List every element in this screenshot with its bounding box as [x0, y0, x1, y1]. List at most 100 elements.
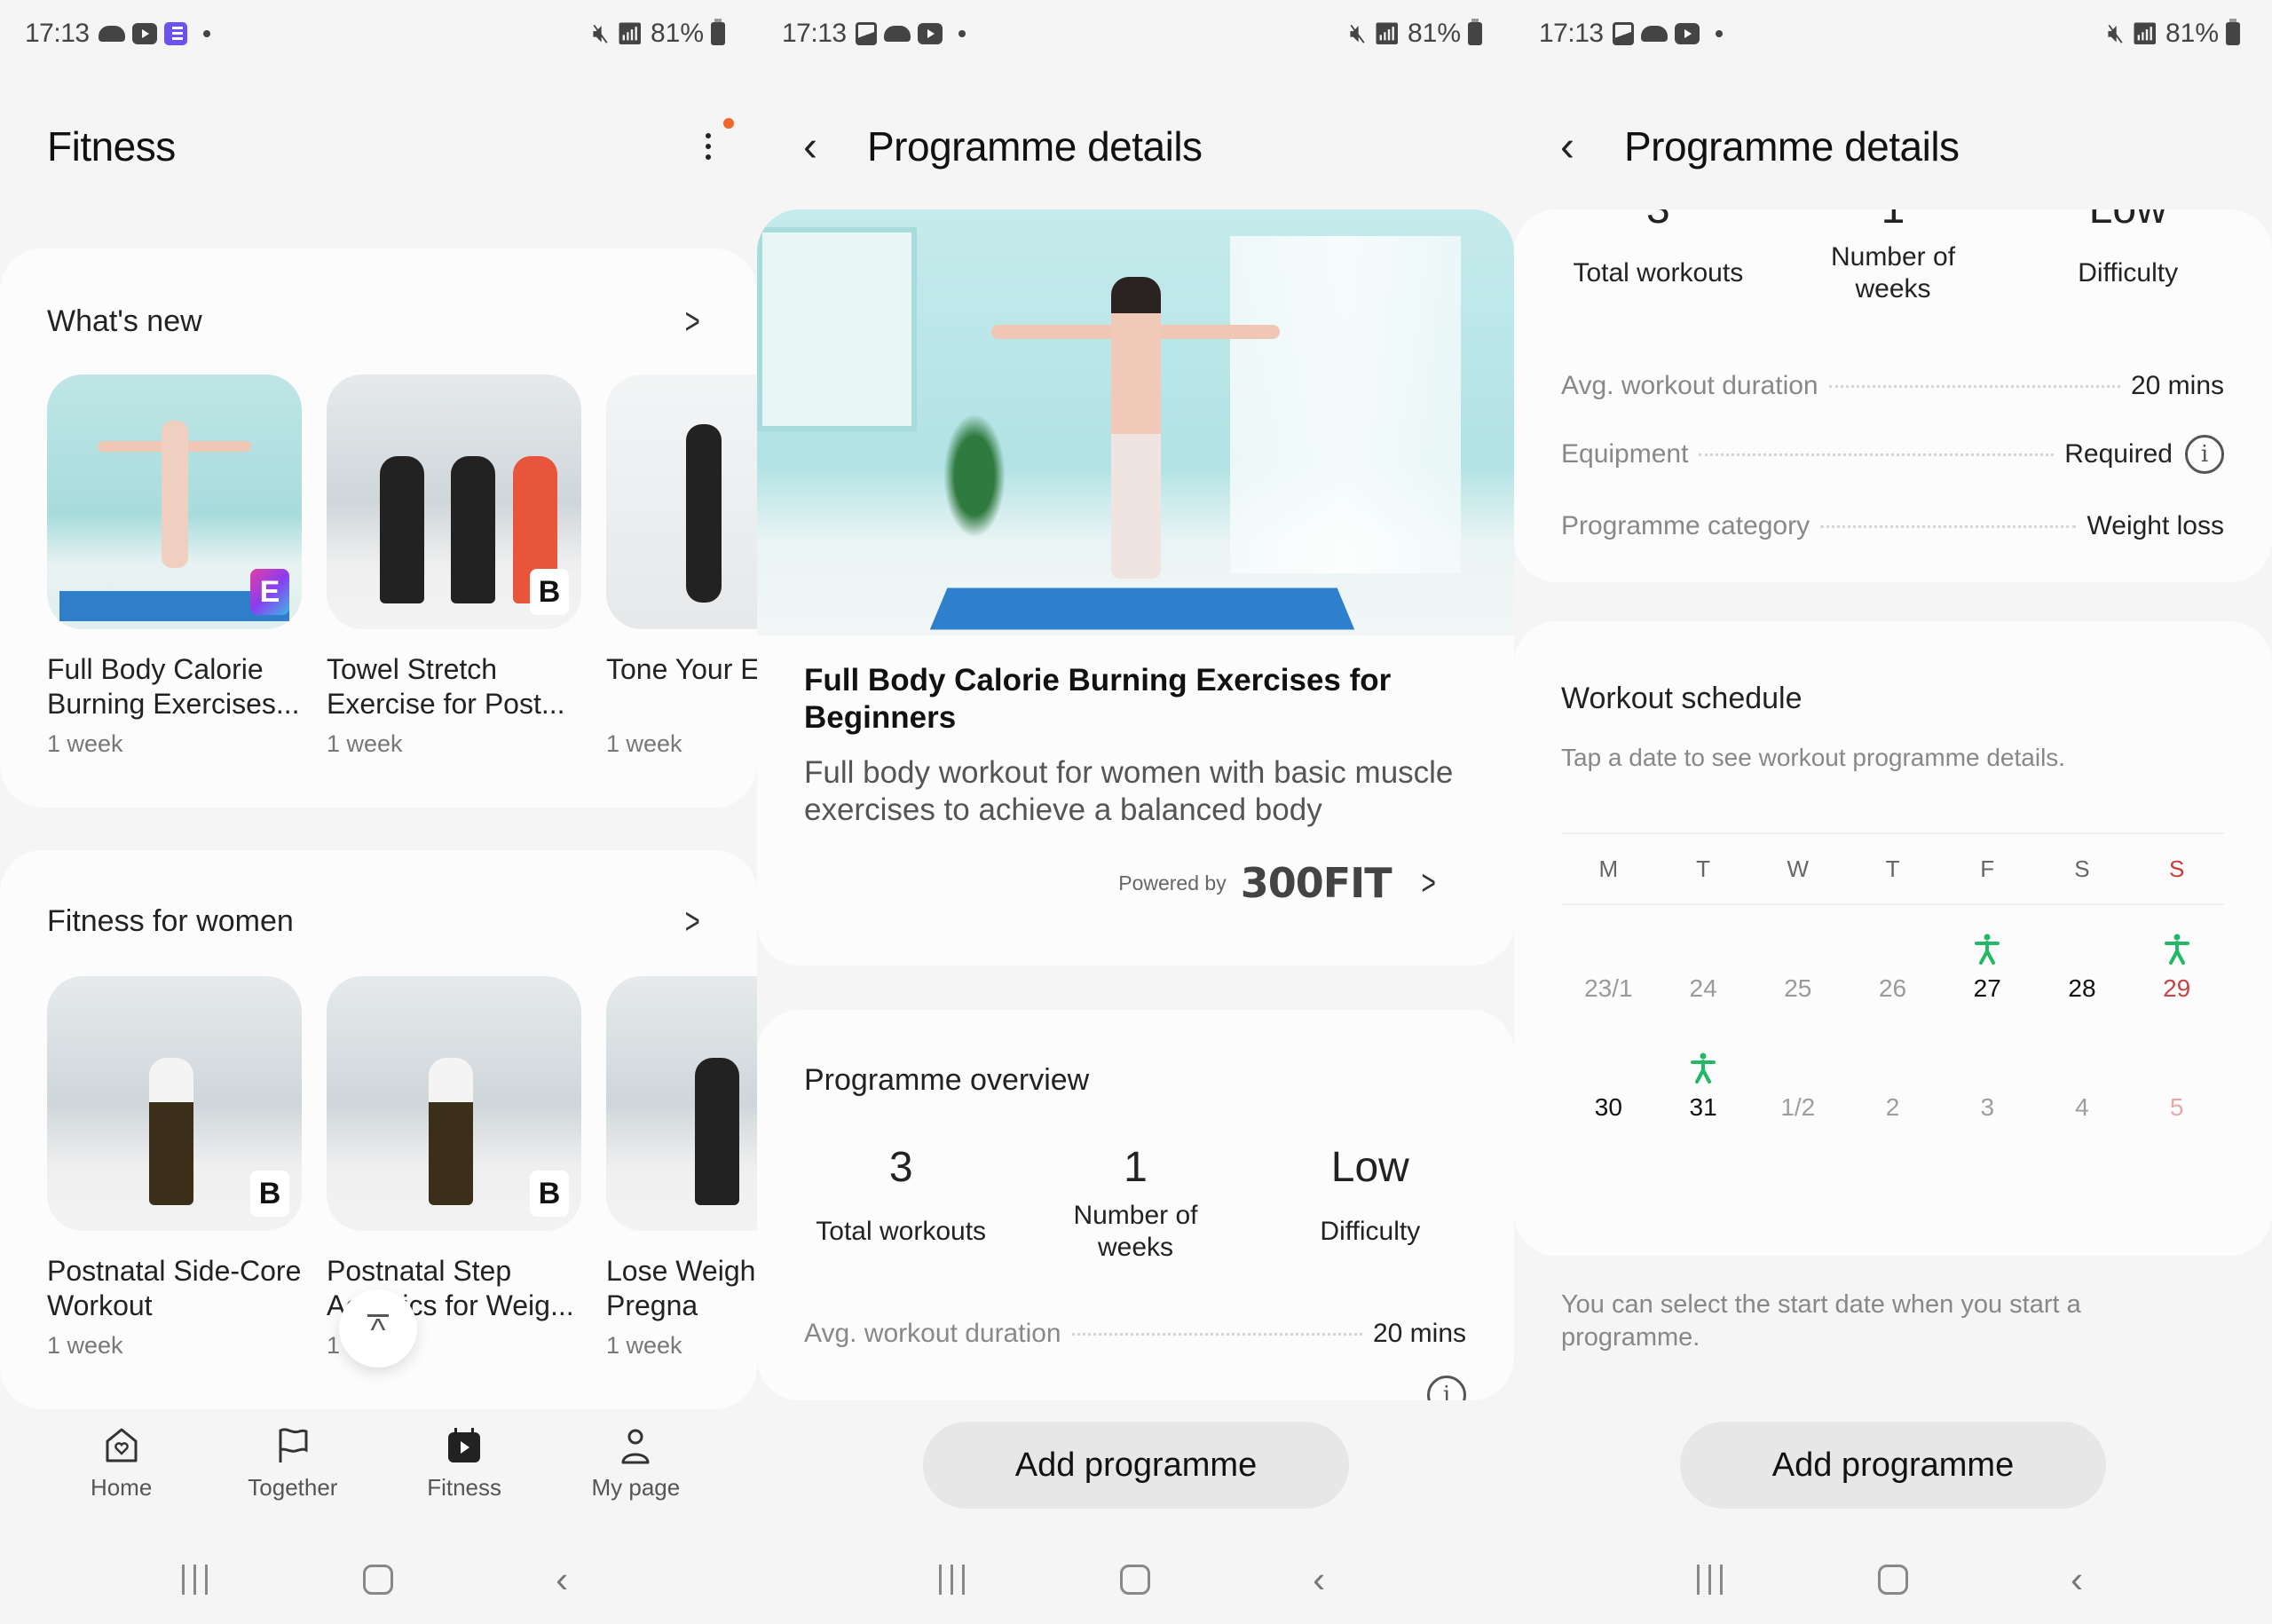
nav-together[interactable]: Together	[222, 1424, 364, 1522]
calendar-day[interactable]: 1/2	[1750, 1084, 1845, 1122]
page-title: Programme details	[867, 123, 1203, 169]
weekday-label: M	[1598, 855, 1619, 882]
programme-name: Towel Stretch Exercise for Post...	[327, 653, 565, 720]
calendar-day-number: 5	[2169, 1093, 2184, 1121]
battery-icon	[1468, 19, 1482, 45]
programme-card[interactable]: B Towel Stretch Exercise for Post... 1 w…	[327, 374, 581, 758]
calendar-day[interactable]: 26	[1845, 966, 1940, 1003]
add-programme-button[interactable]: Add programme	[1680, 1422, 2106, 1509]
programme-details-screen: 17:13 🔇︎ 📶︎ 81% ‹ Programme details Full…	[757, 0, 1514, 1624]
home-button[interactable]	[1878, 1565, 1908, 1595]
back-system-button[interactable]: ‹	[2050, 1558, 2103, 1601]
stat-number-of-weeks: 1 Number of weeks	[1018, 1143, 1252, 1264]
nav-home[interactable]: Home	[51, 1424, 193, 1522]
status-bar: 17:13 🔇︎ 📶︎ 81%	[782, 16, 1482, 51]
flag-icon	[272, 1424, 314, 1467]
detail-row-equipment: Equipment Required i	[1561, 435, 2224, 474]
equipment-info-icon[interactable]: i	[2185, 435, 2224, 474]
calendar-day-number: 24	[1689, 974, 1717, 1002]
nav-fitness[interactable]: Fitness	[393, 1424, 535, 1522]
calendar-day-number: 2	[1885, 1093, 1900, 1121]
weekday-label: W	[1787, 855, 1810, 882]
programme-duration: 1 week	[606, 730, 682, 757]
programme-thumbnail: B	[327, 976, 581, 1231]
provider-logo-icon: B	[530, 569, 569, 615]
programme-card[interactable]: E Full Body Calorie Burning Exercises...…	[47, 374, 302, 758]
calendar-day[interactable]: 4	[2035, 1084, 2130, 1122]
home-heart-icon	[100, 1424, 143, 1467]
stat-value: 1	[1124, 1144, 1148, 1191]
calendar-day[interactable]: 28	[2035, 966, 2130, 1003]
programme-thumbnail	[606, 374, 757, 629]
back-button[interactable]: ‹	[1550, 122, 1585, 170]
calendar-day[interactable]: 25	[1750, 966, 1845, 1003]
scroll-to-top-button[interactable]: ^	[339, 1289, 417, 1368]
more-options-button[interactable]	[695, 118, 734, 173]
calendar-day[interactable]: 2	[1845, 1084, 1940, 1122]
nav-label: Fitness	[427, 1474, 502, 1501]
calendar-day-number: 29	[2163, 974, 2191, 1002]
home-button[interactable]	[363, 1565, 394, 1595]
person-icon	[614, 1424, 657, 1467]
equipment-info-icon[interactable]: i	[1427, 1376, 1466, 1400]
calendar-day[interactable]: 5	[2129, 1084, 2224, 1122]
programme-card[interactable]: Lose Weigh after Pregna 1 week	[606, 976, 757, 1360]
back-button[interactable]: ‹	[793, 123, 828, 170]
programme-details-scrolled-screen: 17:13 🔇︎ 📶︎ 81% ‹ Programme details 3 To…	[1514, 0, 2272, 1624]
fitness-calendar-icon	[443, 1424, 485, 1467]
calendar-week-row: 30 31 1/2 2 3 4 5	[1561, 1024, 2224, 1143]
recent-apps-button[interactable]	[1683, 1565, 1736, 1595]
nav-my-page[interactable]: My page	[564, 1424, 706, 1522]
calendar-day[interactable]: 29	[2129, 934, 2224, 1003]
programme-name: Postnatal Side-Core Workout	[47, 1255, 302, 1321]
whats-new-more-chevron-icon[interactable]: >	[685, 300, 700, 343]
calendar-day-number: 26	[1878, 974, 1907, 1002]
detail-row-category: Programme category Weight loss	[1561, 511, 2224, 541]
back-system-button[interactable]: ‹	[535, 1558, 588, 1601]
calendar-day[interactable]: 24	[1656, 966, 1751, 1003]
stat-value: Low	[1330, 1144, 1409, 1191]
home-button[interactable]	[1120, 1565, 1151, 1595]
calendar-body: 23/1 24 25 26 27 28 29 30 31 1/2 2 3 4 5	[1561, 905, 2224, 1143]
provider-logo-icon: B	[530, 1171, 569, 1217]
calendar-day-number: 27	[1973, 974, 2001, 1002]
dotted-leader	[1699, 453, 2055, 456]
fitness-for-women-more-chevron-icon[interactable]: >	[685, 900, 700, 942]
back-arrow-icon: ‹	[1560, 122, 1574, 170]
provider-logo-icon: E	[250, 569, 289, 615]
stat-difficulty: Low Difficulty	[1253, 1143, 1487, 1264]
calendar-day-number: 31	[1689, 1093, 1717, 1121]
programme-duration: 1 week	[47, 1332, 123, 1359]
stat-value: 3	[1541, 209, 1776, 241]
schedule-hint: Tap a date to see workout programme deta…	[1561, 744, 2066, 771]
calendar-day[interactable]: 31	[1656, 1052, 1751, 1122]
powered-by-link[interactable]: Powered by 300FIT >	[1118, 859, 1439, 907]
mute-icon: 🔇︎	[2107, 19, 2125, 48]
recent-apps-button[interactable]	[169, 1565, 222, 1595]
programme-overview-card: Programme overview 3 Total workouts 1 Nu…	[757, 1010, 1514, 1400]
more-icon-dot	[706, 144, 711, 149]
programme-duration: 1 week	[47, 730, 123, 757]
cloud-icon	[1640, 26, 1668, 42]
programme-description: Full body workout for women with basic m…	[804, 755, 1454, 827]
add-programme-button[interactable]: Add programme	[923, 1422, 1349, 1509]
programme-card[interactable]: Tone Your E 1 week	[606, 374, 757, 758]
programme-hero-image	[757, 209, 1514, 635]
detail-value: 20 mins	[2130, 371, 2224, 400]
weekday-label: T	[1696, 855, 1711, 882]
calendar-day[interactable]: 27	[1940, 934, 2035, 1003]
recent-apps-button[interactable]	[926, 1565, 979, 1595]
calendar-day[interactable]: 23/1	[1561, 966, 1656, 1003]
calendar-day[interactable]: 30	[1561, 1084, 1656, 1122]
nav-label: Together	[248, 1474, 338, 1501]
back-system-button[interactable]: ‹	[1292, 1558, 1345, 1601]
stat-total-workouts: 3 Total workouts	[784, 1143, 1018, 1264]
calendar-day[interactable]: 3	[1940, 1084, 2035, 1122]
stat-label: Number of weeks	[1830, 242, 1956, 304]
programme-card[interactable]: B Postnatal Side-Core Workout 1 week	[47, 976, 302, 1360]
dotted-leader	[1828, 384, 2120, 388]
programme-title: Full Body Calorie Burning Exercises for …	[804, 663, 1392, 735]
workout-schedule-card: Workout schedule Tap a date to see worko…	[1514, 621, 2272, 1256]
stat-label: Difficulty	[2078, 258, 2179, 288]
mute-icon: 🔇︎	[1349, 19, 1367, 48]
